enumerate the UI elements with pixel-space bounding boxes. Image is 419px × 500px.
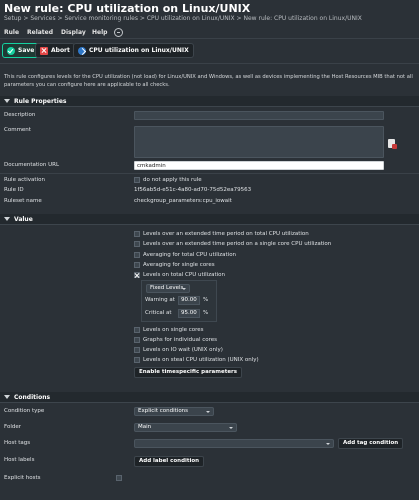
documentation-url-input[interactable]: cmkadmin bbox=[134, 161, 384, 170]
rule-id-value: 1f56ab5d-e51c-4a80-ad70-75d52ea79563 bbox=[134, 187, 252, 193]
row-divider bbox=[0, 173, 419, 174]
option-checkbox-checked[interactable] bbox=[134, 272, 140, 278]
ruleset-name-label: Ruleset name bbox=[4, 198, 42, 204]
folder-label: Folder bbox=[4, 424, 21, 430]
add-label-condition-button[interactable]: Add label condition bbox=[134, 456, 205, 467]
toolbar: Save Abort CPU utilization on Linux/UNIX bbox=[0, 40, 419, 62]
option-checkbox[interactable] bbox=[134, 262, 140, 268]
collapse-triangle-icon bbox=[4, 99, 10, 103]
menu-display[interactable]: Display bbox=[61, 29, 86, 36]
warning-unit: % bbox=[203, 297, 209, 303]
condition-type-label: Condition type bbox=[4, 408, 45, 414]
breadcrumb: Setup > Services > Service monitoring ru… bbox=[4, 15, 362, 22]
section-header-conditions[interactable]: Conditions bbox=[0, 392, 419, 403]
check-icon bbox=[7, 46, 15, 55]
breadcrumb-separator: > bbox=[21, 15, 31, 22]
collapse-triangle-icon bbox=[4, 217, 10, 221]
condition-type-select[interactable]: Explicit conditions bbox=[134, 407, 214, 416]
save-button-label: Save bbox=[18, 47, 35, 54]
option-checkbox[interactable] bbox=[134, 357, 140, 363]
condition-type-value: Explicit conditions bbox=[138, 408, 189, 414]
host-tags-label: Host tags bbox=[4, 440, 31, 446]
chevron-down-icon bbox=[206, 411, 210, 413]
breadcrumb-item-setup[interactable]: Setup bbox=[4, 15, 21, 22]
host-tags-select[interactable] bbox=[134, 439, 334, 448]
comment-textarea[interactable] bbox=[134, 126, 384, 158]
abort-button-label: Abort bbox=[51, 47, 70, 54]
menu-bar: Rule Related Display Help bbox=[0, 27, 419, 39]
breadcrumb-item-services[interactable]: Services bbox=[30, 15, 55, 22]
breadcrumb-item-service-monitoring-rules[interactable]: Service monitoring rules bbox=[64, 15, 138, 22]
warning-label: Warning at bbox=[145, 297, 175, 303]
section-header-rule-properties[interactable]: Rule Properties bbox=[0, 96, 419, 107]
option-label: Graphs for individual cores bbox=[143, 337, 218, 343]
option-checkbox[interactable] bbox=[134, 241, 140, 247]
ruleset-link-label: CPU utilization on Linux/UNIX bbox=[89, 47, 189, 54]
section-title: Rule Properties bbox=[14, 97, 67, 105]
disable-rule-label: do not apply this rule bbox=[143, 177, 202, 183]
collapse-toggle-icon[interactable] bbox=[114, 28, 123, 37]
pencil-icon bbox=[392, 144, 397, 149]
ruleset-name-value: checkgroup_parameters:cpu_iowait bbox=[134, 198, 232, 204]
documentation-url-label: Documentation URL bbox=[4, 162, 60, 168]
option-label: Levels on single cores bbox=[143, 327, 204, 333]
breadcrumb-item-ruleset[interactable]: CPU utilization on Linux/UNIX bbox=[147, 15, 235, 22]
breadcrumb-item-current: New rule: CPU utilization on Linux/UNIX bbox=[243, 15, 362, 22]
disable-rule-checkbox[interactable] bbox=[134, 177, 140, 183]
chevron-down-icon bbox=[229, 427, 233, 429]
section-title: Value bbox=[14, 215, 33, 223]
option-checkbox[interactable] bbox=[134, 347, 140, 353]
levels-box: Fixed Levels Warning at 90.00 % Critical… bbox=[141, 280, 217, 322]
menu-help[interactable]: Help bbox=[92, 29, 107, 36]
explicit-hosts-label: Explicit hosts bbox=[4, 475, 41, 481]
option-checkbox[interactable] bbox=[134, 327, 140, 333]
rule-activation-label: Rule activation bbox=[4, 177, 45, 183]
option-label: Levels on total CPU utilization bbox=[143, 272, 226, 278]
description-input[interactable] bbox=[134, 111, 384, 120]
ruleset-link-button[interactable]: CPU utilization on Linux/UNIX bbox=[73, 43, 194, 58]
arrow-icon bbox=[78, 46, 86, 55]
critical-unit: % bbox=[203, 310, 209, 316]
chevron-down-icon bbox=[182, 288, 186, 290]
section-title: Conditions bbox=[14, 393, 51, 401]
rule-id-label: Rule ID bbox=[4, 187, 24, 193]
option-label: Levels on IO wait (UNIX only) bbox=[143, 347, 223, 353]
edit-note-icon[interactable] bbox=[388, 139, 397, 150]
menu-rule[interactable]: Rule bbox=[4, 29, 19, 36]
page-title: New rule: CPU utilization on Linux/UNIX bbox=[4, 2, 251, 15]
critical-input[interactable]: 95.00 bbox=[178, 309, 200, 318]
menu-related[interactable]: Related bbox=[27, 29, 53, 36]
warning-input[interactable]: 90.00 bbox=[178, 296, 200, 305]
description-label: Description bbox=[4, 112, 36, 118]
option-checkbox[interactable] bbox=[134, 337, 140, 343]
enable-timespecific-button[interactable]: Enable timespecific parameters bbox=[134, 367, 243, 378]
option-label: Averaging for single cores bbox=[143, 262, 215, 268]
host-labels-label: Host labels bbox=[4, 457, 35, 463]
close-icon bbox=[40, 46, 48, 55]
option-label: Averaging for total CPU utilization bbox=[143, 252, 237, 258]
section-header-value[interactable]: Value bbox=[0, 214, 419, 225]
chevron-down-icon bbox=[326, 443, 330, 445]
collapse-triangle-icon bbox=[4, 395, 10, 399]
toolbar-divider bbox=[0, 63, 419, 64]
save-button[interactable]: Save bbox=[2, 43, 40, 58]
comment-label: Comment bbox=[4, 127, 31, 133]
option-label: Levels over an extended time period on a… bbox=[143, 241, 332, 247]
rule-help-text: This rule configures levels for the CPU … bbox=[4, 74, 413, 88]
abort-button[interactable]: Abort bbox=[35, 43, 75, 58]
option-label: Levels on steal CPU utilization (UNIX on… bbox=[143, 357, 259, 363]
levels-mode-select[interactable]: Fixed Levels bbox=[146, 284, 190, 293]
breadcrumb-separator: > bbox=[137, 15, 147, 22]
explicit-hosts-checkbox[interactable] bbox=[116, 475, 122, 481]
folder-select[interactable]: Main bbox=[134, 423, 237, 432]
folder-value: Main bbox=[138, 424, 152, 430]
levels-mode-value: Fixed Levels bbox=[150, 285, 184, 291]
option-checkbox[interactable] bbox=[134, 231, 140, 237]
option-checkbox[interactable] bbox=[134, 252, 140, 258]
option-label: Levels over an extended time period on t… bbox=[143, 231, 309, 237]
critical-label: Critical at bbox=[145, 310, 172, 316]
add-tag-condition-button[interactable]: Add tag condition bbox=[338, 438, 404, 449]
